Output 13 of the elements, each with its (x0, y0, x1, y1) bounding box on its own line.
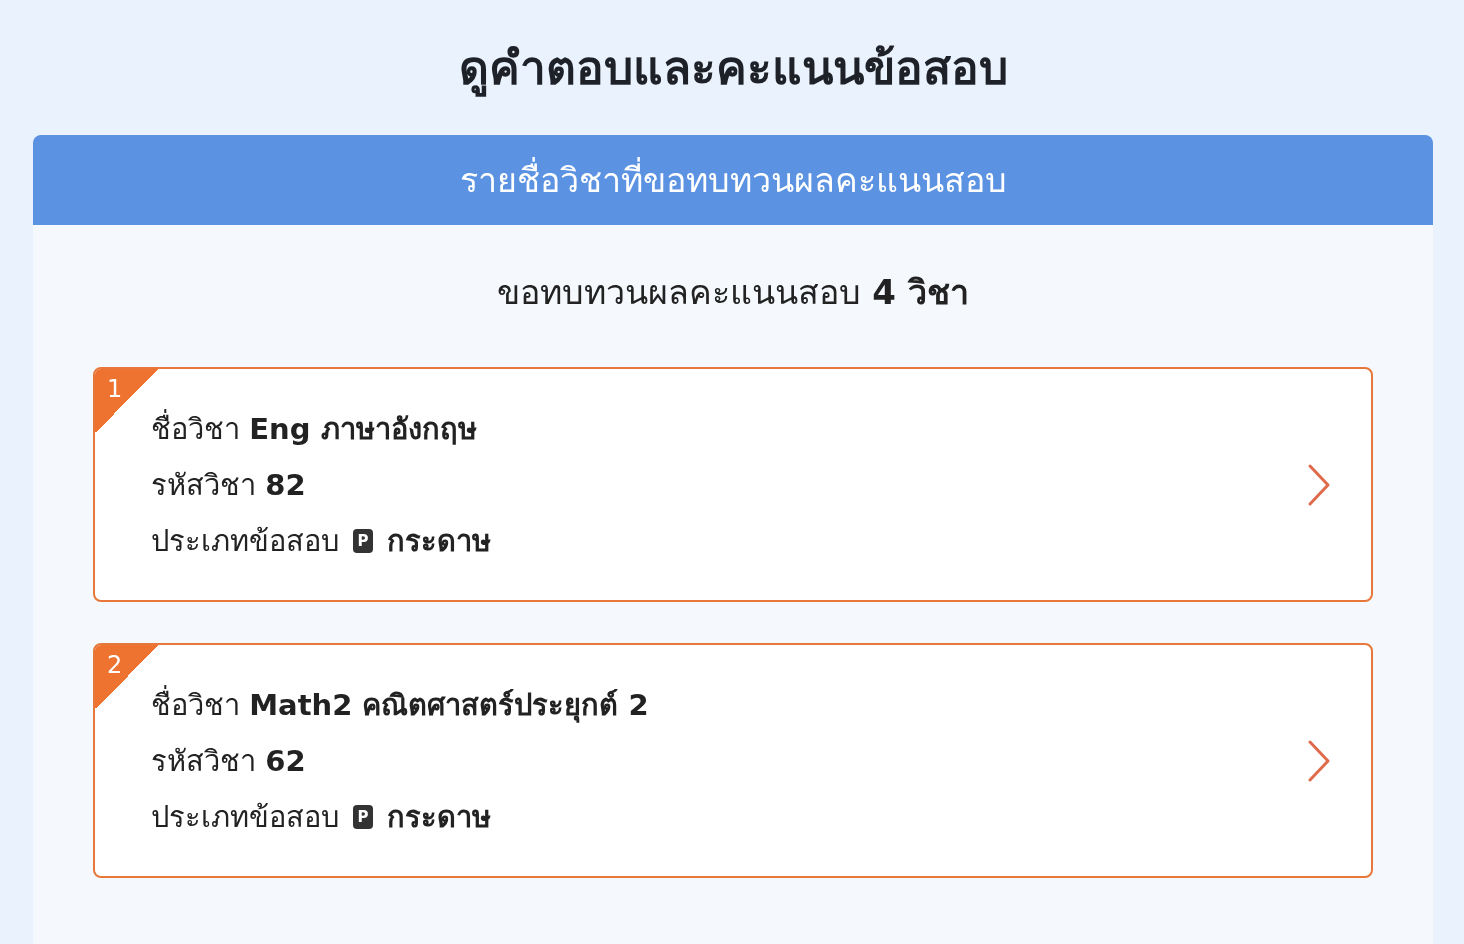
subject-code: รหัสวิชา 62 (151, 742, 307, 780)
subject-code: รหัสวิชา 82 (151, 466, 307, 504)
exam-type-value: กระดาษ (387, 522, 491, 560)
exam-type-label: ประเภทข้อสอบ (151, 522, 339, 560)
chevron-right-icon[interactable] (1307, 462, 1331, 507)
chevron-right-icon[interactable] (1307, 738, 1331, 783)
panel-header: รายชื่อวิชาที่ขอทบทวนผลคะแนนสอบ (33, 135, 1433, 225)
paper-type-icon: P (353, 804, 373, 829)
exam-type-label: ประเภทข้อสอบ (151, 798, 339, 836)
summary-text: ขอทบทวนผลคะแนนสอบ 4 วิชา (496, 271, 970, 314)
page-title: ดูคำตอบและคะแนนข้อสอบ (457, 40, 1009, 99)
exam-type-value: กระดาษ (387, 798, 491, 836)
paper-type-icon: P (353, 528, 373, 553)
